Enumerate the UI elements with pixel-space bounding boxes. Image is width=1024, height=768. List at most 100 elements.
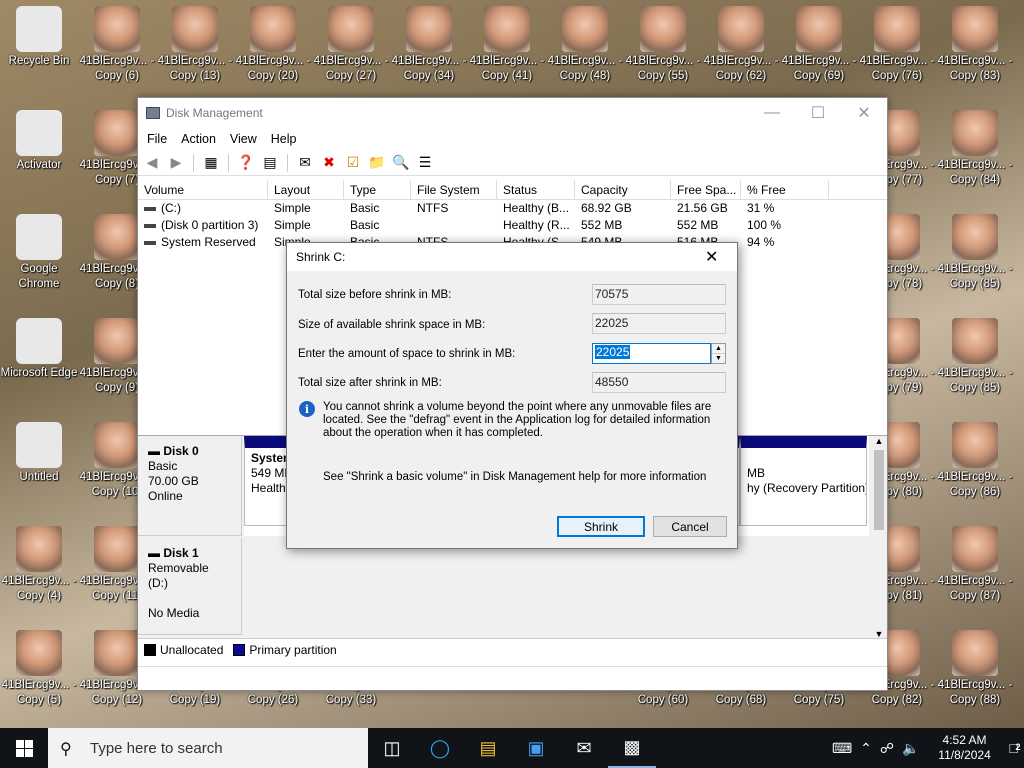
help-button[interactable]: ❓: [236, 153, 256, 173]
menu-action[interactable]: Action: [174, 132, 223, 146]
desktop-icon[interactable]: Microsoft Edge: [0, 312, 78, 412]
desktop-icon[interactable]: Google Chrome: [0, 208, 78, 308]
desktop-icon[interactable]: Activator: [0, 104, 78, 204]
column-percent-free[interactable]: % Free: [741, 180, 829, 199]
desktop-icon[interactable]: 41BlErcg9v... - Copy (48): [546, 0, 624, 100]
desktop-icon[interactable]: 41BlErcg9v... - Copy (87): [936, 520, 1014, 620]
back-button[interactable]: ◀: [142, 153, 162, 173]
new-folder-button[interactable]: 📁: [367, 153, 387, 173]
delete-button[interactable]: ✖: [319, 153, 339, 173]
forward-button[interactable]: ▶: [166, 153, 186, 173]
folder-icon: ▤: [479, 737, 497, 758]
cancel-button[interactable]: Cancel: [653, 516, 727, 537]
cell-text: 552 MB: [581, 218, 623, 232]
desktop-icon-label: 41BlErcg9v... - Copy (6): [79, 55, 155, 82]
search-folder-button[interactable]: 🔍: [391, 153, 411, 173]
graphical-view-scrollbar[interactable]: ▲ ▼: [871, 436, 887, 639]
task-view-button[interactable]: ◫: [368, 728, 416, 768]
shrink-amount-input[interactable]: 22025: [592, 343, 711, 364]
column-layout[interactable]: Layout: [268, 180, 344, 199]
app-icon: [16, 110, 62, 156]
table-row[interactable]: (Disk 0 partition 3) Simple Basic Healthy (…: [138, 217, 887, 234]
show-hidden-icons-icon[interactable]: ⌃: [860, 740, 872, 757]
desktop-icon[interactable]: 41BlErcg9v... - Copy (27): [312, 0, 390, 100]
folder-icon: 📁: [368, 154, 386, 170]
desktop-icon[interactable]: 41BlErcg9v... - Copy (41): [468, 0, 546, 100]
desktop-icon[interactable]: 41BlErcg9v... - Copy (88): [936, 624, 1014, 724]
cell-text: 552 MB: [677, 218, 719, 232]
desktop-icon[interactable]: Untitled: [0, 416, 78, 516]
image-file-icon: [94, 422, 140, 468]
legend: Unallocated Primary partition: [138, 638, 887, 660]
title-bar[interactable]: Disk Management — ☐ ✕: [138, 98, 887, 128]
minimize-button[interactable]: —: [749, 98, 795, 128]
check-button[interactable]: ☑: [343, 153, 363, 173]
desktop-icon[interactable]: Recycle Bin: [0, 0, 78, 100]
show-hide-console-button[interactable]: ▦: [201, 153, 221, 173]
desktop-icon[interactable]: 41BlErcg9v... - Copy (76): [858, 0, 936, 100]
scroll-thumb[interactable]: [874, 450, 884, 530]
column-type[interactable]: Type: [344, 180, 411, 199]
properties-button[interactable]: ▤: [260, 153, 280, 173]
store-button[interactable]: ▣: [512, 728, 560, 768]
desktop-icon-label: 41BlErcg9v... - Copy (34): [391, 55, 467, 82]
notifications-icon[interactable]: □ 2: [1010, 740, 1021, 756]
desktop-icon[interactable]: 41BlErcg9v... - Copy (34): [390, 0, 468, 100]
clock[interactable]: 4:52 AM 11/8/2024: [928, 733, 1002, 763]
spin-down-icon[interactable]: ▼: [712, 354, 725, 363]
dialog-close-button[interactable]: ✕: [705, 243, 737, 271]
partition-system-reserved[interactable]: System 549 MB Healthy: [244, 436, 292, 526]
scroll-up-icon[interactable]: ▲: [871, 436, 887, 446]
desktop-icon[interactable]: 41BlErcg9v... - Copy (13): [156, 0, 234, 100]
desktop-icon[interactable]: 41BlErcg9v... - Copy (85): [936, 208, 1014, 308]
mail-button[interactable]: ✉: [560, 728, 608, 768]
disk-management-taskbar-button[interactable]: ▩: [608, 728, 656, 768]
list-view-button[interactable]: ☰: [415, 153, 435, 173]
desktop-icon[interactable]: 41BlErcg9v... - Copy (55): [624, 0, 702, 100]
image-file-icon: [952, 6, 998, 52]
cell-text: NTFS: [417, 201, 449, 215]
desktop-icon-label: 41BlErcg9v... - Copy (88): [937, 679, 1013, 706]
column-file-system[interactable]: File System: [411, 180, 497, 199]
table-cell: Healthy (B...: [497, 200, 575, 217]
desktop-icon[interactable]: 41BlErcg9v... - Copy (4): [0, 520, 78, 620]
maximize-button[interactable]: ☐: [795, 98, 841, 128]
partition-recovery[interactable]: MB hy (Recovery Partition): [740, 436, 867, 526]
desktop-icon[interactable]: 41BlErcg9v... - Copy (5): [0, 624, 78, 724]
column-capacity[interactable]: Capacity: [575, 180, 671, 199]
disk-1-info[interactable]: ▬ Disk 1 Removable (D:) No Media: [138, 538, 242, 635]
column-volume[interactable]: Volume: [138, 180, 268, 199]
search-box[interactable]: ⚲ Type here to search: [48, 728, 368, 768]
network-icon[interactable]: ☍: [880, 740, 894, 757]
shrink-button[interactable]: Shrink: [557, 516, 645, 537]
shrink-amount-spinner[interactable]: ▲ ▼: [711, 343, 726, 364]
menu-view[interactable]: View: [223, 132, 264, 146]
start-button[interactable]: [0, 728, 48, 768]
column-free-space[interactable]: Free Spa...: [671, 180, 741, 199]
desktop-icon[interactable]: 41BlErcg9v... - Copy (85): [936, 312, 1014, 412]
dialog-title-bar[interactable]: Shrink C: ✕: [287, 243, 737, 271]
close-button[interactable]: ✕: [841, 98, 887, 128]
column-status[interactable]: Status: [497, 180, 575, 199]
desktop-icon[interactable]: 41BlErcg9v... - Copy (86): [936, 416, 1014, 516]
menu-file[interactable]: File: [140, 132, 174, 146]
desktop-icon-label: 41BlErcg9v... - Copy (13): [157, 55, 233, 82]
keyboard-icon[interactable]: ⌨: [832, 740, 852, 757]
desktop-icon[interactable]: 41BlErcg9v... - Copy (6): [78, 0, 156, 100]
desktop-icon[interactable]: 41BlErcg9v... - Copy (84): [936, 104, 1014, 204]
spin-up-icon[interactable]: ▲: [712, 344, 725, 354]
desktop-icon[interactable]: 41BlErcg9v... - Copy (83): [936, 0, 1014, 100]
connect-button[interactable]: ✉: [295, 153, 315, 173]
edge-taskbar-button[interactable]: ◯: [416, 728, 464, 768]
desktop-icon[interactable]: 41BlErcg9v... - Copy (62): [702, 0, 780, 100]
table-row[interactable]: (C:) Simple Basic NTFS Healthy (B... 68.92 GB…: [138, 200, 887, 217]
volume-icon[interactable]: 🔈: [902, 740, 919, 757]
disk-0-info[interactable]: ▬ Disk 0 Basic 70.00 GB Online: [138, 436, 242, 536]
desktop-icon[interactable]: 41BlErcg9v... - Copy (20): [234, 0, 312, 100]
desktop-icon-label: 41BlErcg9v... - Copy (5): [1, 679, 77, 706]
disk-1-partitions: [244, 538, 869, 635]
menu-help[interactable]: Help: [264, 132, 304, 146]
desktop-icon[interactable]: 41BlErcg9v... - Copy (69): [780, 0, 858, 100]
file-explorer-button[interactable]: ▤: [464, 728, 512, 768]
cell-text: (Disk 0 partition 3): [161, 218, 259, 232]
